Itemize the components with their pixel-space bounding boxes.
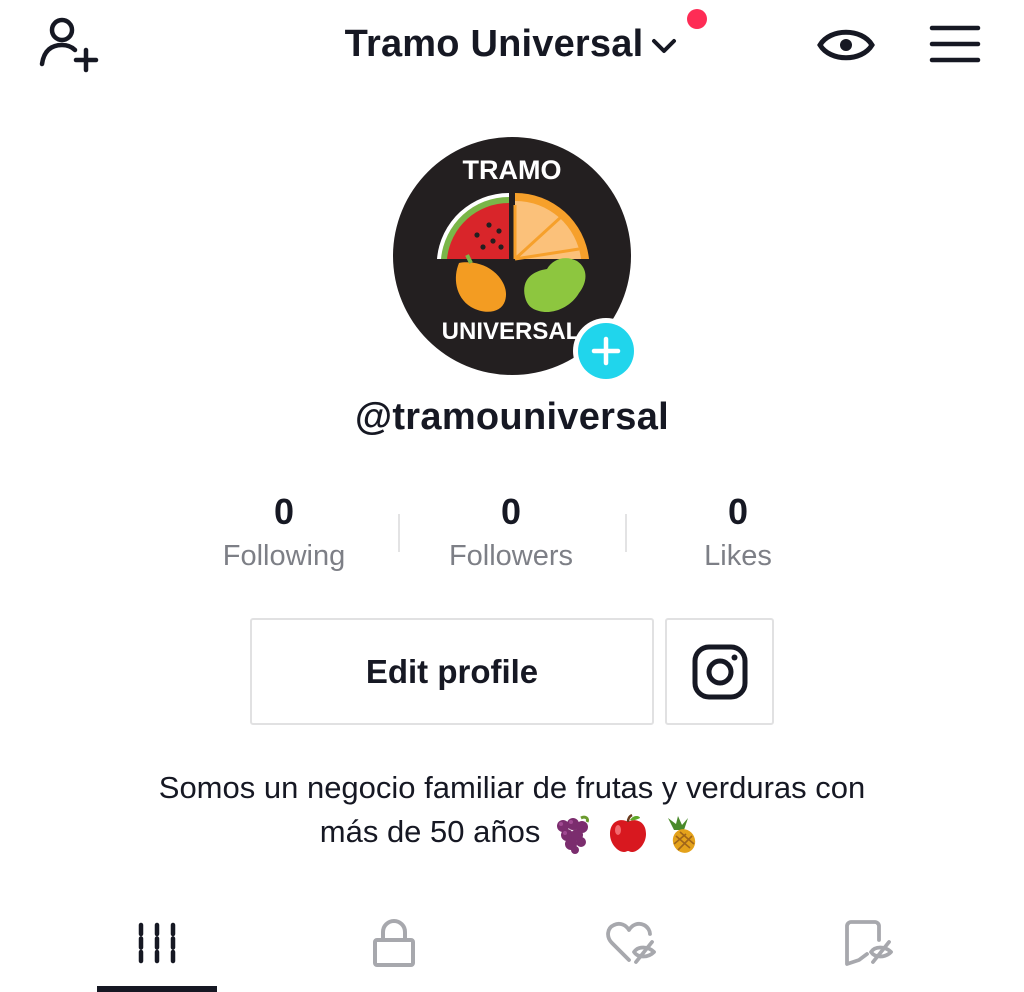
likes-count: 0 — [727, 491, 749, 532]
bio-line-1: Somos un negocio familiar de frutas y ve… — [158, 770, 866, 805]
followers-count: 0 — [500, 491, 522, 532]
grapes-icon — [551, 814, 595, 854]
likes-label: Likes — [704, 540, 772, 572]
lock-icon — [373, 919, 415, 967]
stat-divider — [398, 514, 400, 552]
hidden-bookmark-icon — [845, 920, 893, 966]
tab-private[interactable] — [334, 912, 454, 974]
stat-following[interactable]: 0 Following — [174, 490, 394, 574]
instagram-icon — [692, 644, 747, 699]
following-count: 0 — [273, 491, 295, 532]
eye-icon[interactable] — [816, 20, 876, 70]
instagram-button[interactable] — [665, 618, 774, 725]
tab-favorites[interactable] — [808, 912, 928, 974]
username: @tramouniversal — [355, 396, 669, 438]
hidden-heart-icon — [606, 921, 656, 964]
hamburger-menu-icon[interactable] — [929, 22, 981, 66]
stat-likes[interactable]: 0 Likes — [628, 490, 848, 574]
following-label: Following — [222, 540, 346, 572]
chevron-down-icon — [649, 31, 679, 61]
bio-line-2: más de 50 años — [0, 810, 1024, 854]
add-avatar-button[interactable] — [573, 318, 639, 384]
bio: Somos un negocio familiar de frutas y ve… — [0, 766, 1024, 854]
avatar-logo-top: TRAMO — [463, 155, 562, 185]
followers-label: Followers — [448, 540, 574, 572]
grid-icon — [138, 922, 176, 964]
edit-profile-button[interactable]: Edit profile — [250, 618, 654, 725]
bio-line-2-text: más de 50 años — [319, 814, 541, 849]
top-bar: Tramo Universal — [0, 0, 1024, 90]
notification-dot — [687, 9, 707, 29]
account-title: Tramo Universal — [344, 22, 644, 65]
avatar-logo-bottom: UNIVERSAL — [442, 318, 581, 345]
apple-icon — [606, 813, 650, 854]
active-tab-indicator — [97, 986, 217, 992]
tab-liked[interactable] — [571, 912, 691, 974]
tab-videos[interactable] — [97, 912, 217, 974]
pineapple-icon — [660, 814, 704, 854]
plus-icon — [591, 336, 621, 366]
stat-followers[interactable]: 0 Followers — [401, 490, 621, 574]
stat-divider — [625, 514, 627, 552]
